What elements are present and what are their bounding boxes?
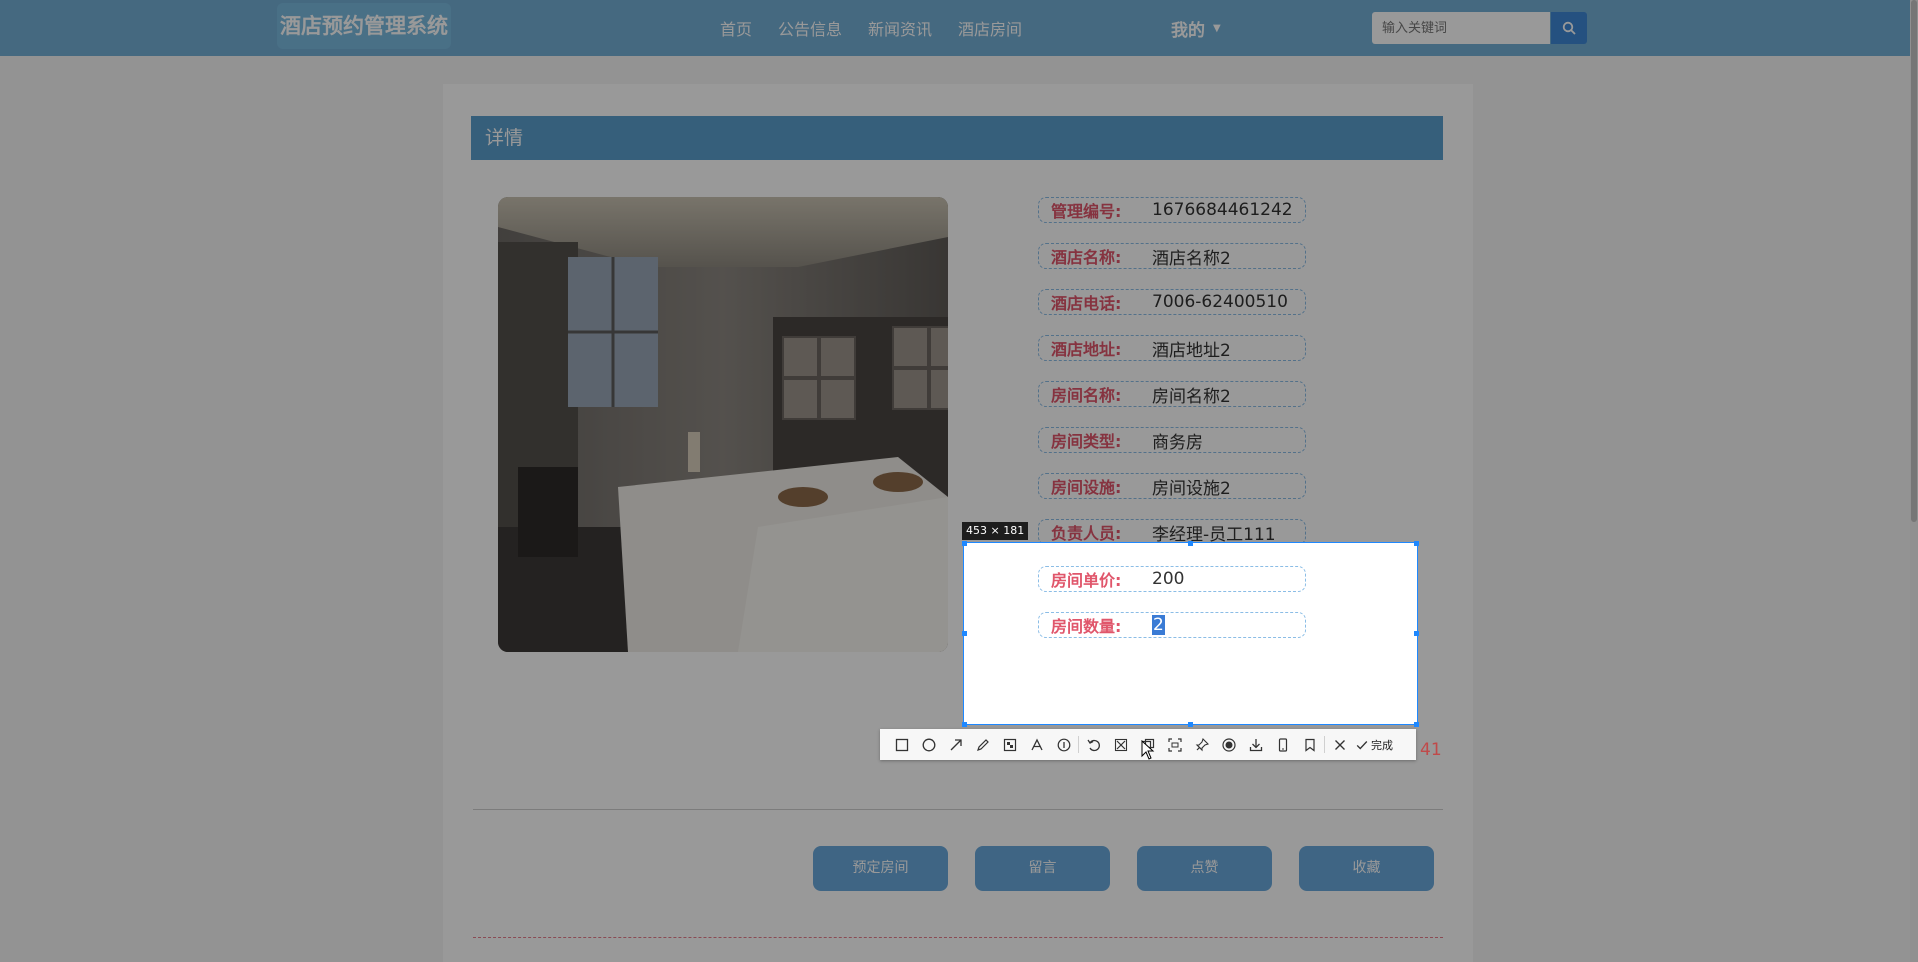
record-icon (1221, 737, 1236, 752)
info-value-selected[interactable]: 2 (1152, 615, 1165, 635)
done-button[interactable]: 完成 (1355, 737, 1393, 753)
download-tool[interactable] (1242, 729, 1269, 760)
record-tool[interactable] (1215, 729, 1242, 760)
ellipse-icon (922, 738, 935, 751)
info-row-room-price: 房间单价: 200 (1038, 566, 1306, 592)
mouse-cursor-icon (1141, 740, 1155, 760)
toolbar-separator (1324, 736, 1325, 753)
resize-handle[interactable] (1188, 722, 1193, 727)
pen-tool[interactable] (969, 729, 996, 760)
pen-icon (976, 738, 989, 751)
phone-tool[interactable] (1269, 729, 1296, 760)
check-icon (1356, 740, 1368, 749)
resize-handle[interactable] (1188, 541, 1193, 546)
resize-handle[interactable] (1414, 631, 1419, 636)
mosaic-tool[interactable] (996, 729, 1023, 760)
ocr-tool[interactable] (1161, 729, 1188, 760)
info-label: 房间数量: (1051, 617, 1122, 636)
mosaic-icon (1003, 738, 1016, 751)
rectangle-icon (895, 738, 908, 751)
resize-handle[interactable] (962, 722, 967, 727)
undo-tool[interactable] (1080, 729, 1107, 760)
overflow-text: 41 (1420, 740, 1442, 760)
done-label: 完成 (1371, 738, 1393, 752)
text-tool[interactable] (1023, 729, 1050, 760)
ellipse-tool[interactable] (915, 729, 942, 760)
close-icon (1334, 739, 1345, 750)
info-label: 房间单价: (1051, 571, 1122, 590)
ocr-icon (1167, 737, 1182, 752)
phone-icon (1278, 737, 1287, 752)
toolbar-separator (1078, 736, 1079, 753)
rectangle-tool[interactable] (888, 729, 915, 760)
bookmark-tool[interactable] (1296, 729, 1323, 760)
resize-handle[interactable] (962, 631, 967, 636)
screenshot-dim-overlay (0, 0, 1918, 962)
info-value: 200 (1152, 569, 1185, 589)
scissors-tool[interactable] (1107, 729, 1134, 760)
info-row-room-quantity: 房间数量: 2 (1038, 612, 1306, 638)
scissors-icon (1114, 738, 1127, 751)
undo-icon (1086, 739, 1100, 751)
arrow-icon (950, 738, 962, 750)
arrow-tool[interactable] (942, 729, 969, 760)
pin-icon (1195, 737, 1209, 751)
pin-tool[interactable] (1188, 729, 1215, 760)
download-icon (1249, 738, 1262, 751)
close-tool[interactable] (1326, 729, 1353, 760)
resize-handle[interactable] (962, 541, 967, 546)
selection-size-label: 453 × 181 (962, 522, 1029, 540)
bookmark-icon (1304, 738, 1315, 752)
resize-handle[interactable] (1414, 722, 1419, 727)
text-icon (1030, 738, 1043, 750)
resize-handle[interactable] (1414, 541, 1419, 546)
screenshot-selection[interactable]: 房间单价: 200 房间数量: 2 (964, 543, 1417, 724)
number-icon (1057, 738, 1070, 751)
number-tool[interactable] (1050, 729, 1077, 760)
